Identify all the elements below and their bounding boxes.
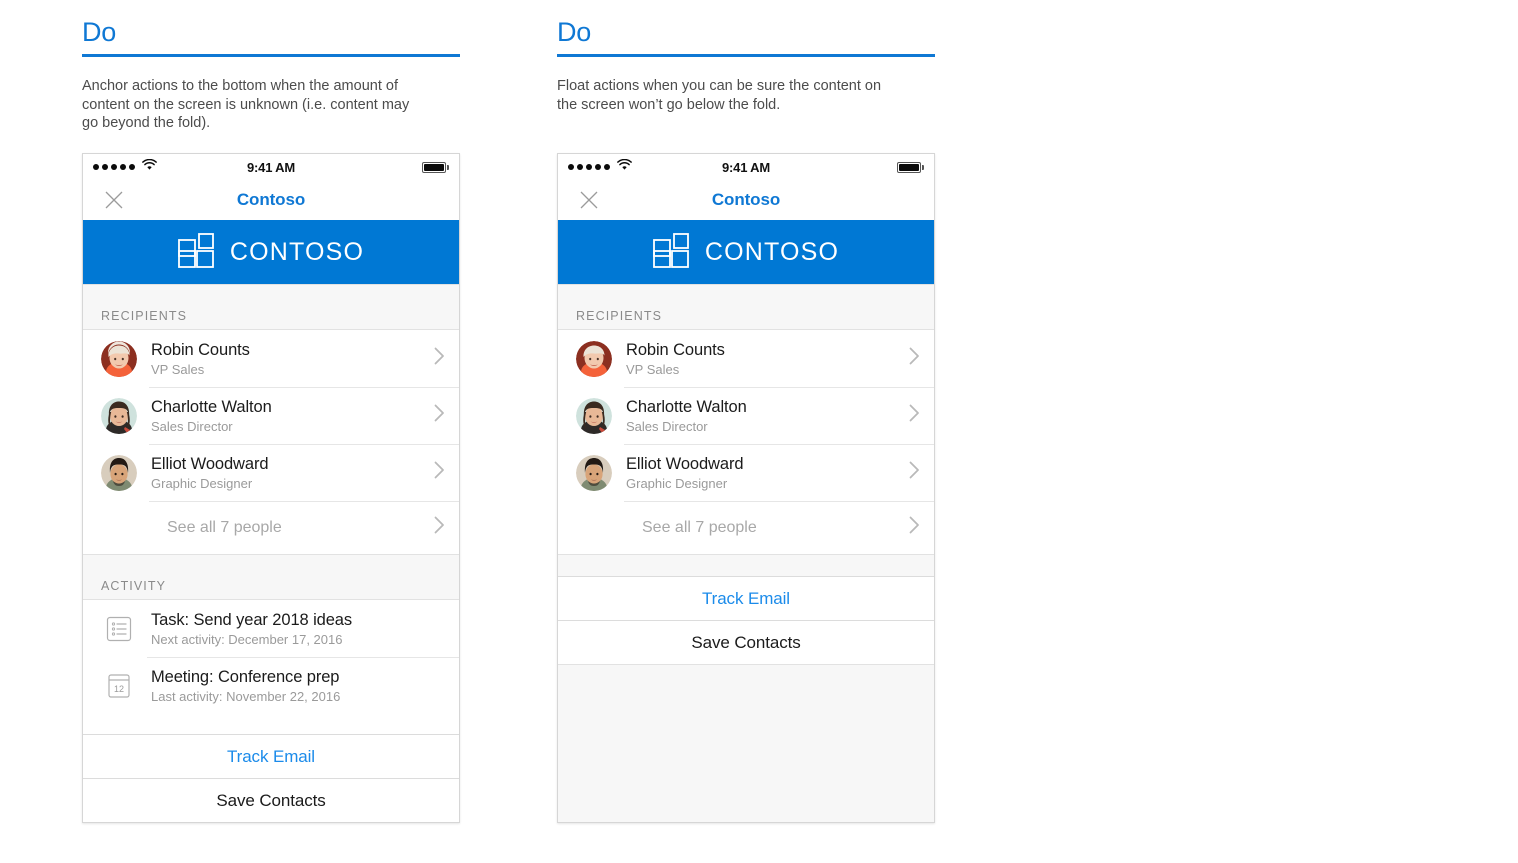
column-floating-actions: Do Float actions when you can be sure th… [557, 0, 935, 823]
chevron-right-icon [909, 516, 920, 539]
nav-title: Contoso [236, 190, 306, 209]
chevron-right-icon [434, 461, 445, 484]
brand-banner: CONTOSO [83, 220, 459, 284]
status-clock: 9:41 AM [247, 159, 295, 175]
person-name: Elliot Woodward [151, 454, 269, 473]
status-bar: 9:41 AM [558, 154, 934, 180]
person-name: Charlotte Walton [151, 397, 272, 416]
person-name: Robin Counts [626, 340, 725, 359]
chevron-right-icon [434, 516, 445, 539]
section-header-recipients: RECIPIENTS [558, 284, 934, 330]
brand-name: CONTOSO [229, 237, 365, 266]
save-contacts-button[interactable]: Save Contacts [83, 778, 459, 822]
list-item[interactable]: Elliot Woodward Graphic Designer [83, 444, 459, 501]
person-role: Sales Director [151, 418, 233, 434]
list-item[interactable]: Elliot Woodward Graphic Designer [558, 444, 934, 501]
status-bar: 9:41 AM [83, 154, 459, 180]
section-header-activity: ACTIVITY [83, 554, 459, 600]
person-name: Elliot Woodward [626, 454, 744, 473]
contoso-grid-logo-icon [652, 232, 691, 273]
empty-content-area [558, 664, 934, 822]
see-all-people-row[interactable]: See all 7 people [558, 501, 934, 554]
activity-subtitle: Next activity: December 17, 2016 [151, 631, 343, 647]
activity-title: Meeting: Conference prep [151, 667, 340, 686]
phone-mockup-floating: 9:41 AM Contoso CONTOSO RECIPIENTS Robin… [557, 153, 935, 823]
do-do-comparison-page: Do Anchor actions to the bottom when the… [0, 0, 1518, 863]
nav-bar: Contoso [83, 180, 459, 220]
robin-counts-avatar [101, 340, 137, 377]
nav-title: Contoso [711, 190, 781, 209]
person-name: Robin Counts [151, 340, 250, 359]
column-anchored-actions: Do Anchor actions to the bottom when the… [82, 0, 460, 823]
see-all-label: See all 7 people [167, 518, 282, 536]
track-email-button[interactable]: Track Email [83, 734, 459, 778]
list-item[interactable]: Robin Counts VP Sales [558, 330, 934, 387]
list-item[interactable]: Charlotte Walton Sales Director [83, 387, 459, 444]
brand-banner: CONTOSO [558, 220, 934, 284]
person-role: Graphic Designer [626, 475, 728, 491]
person-role: VP Sales [151, 361, 205, 377]
phone-scroll-content-left[interactable]: RECIPIENTS Robin Counts VP Sales Charlot… [83, 284, 459, 734]
activity-subtitle: Last activity: November 22, 2016 [151, 688, 341, 704]
see-all-people-row[interactable]: See all 7 people [83, 501, 459, 554]
status-clock: 9:41 AM [722, 159, 770, 175]
column-description-right: Float actions when you can be sure the c… [557, 78, 882, 113]
close-icon[interactable] [578, 189, 600, 211]
nav-bar: Contoso [558, 180, 934, 220]
heading-underline-left [82, 54, 460, 57]
contoso-grid-logo-icon [177, 232, 216, 273]
column-heading-right: Do [557, 17, 592, 47]
chevron-right-icon [909, 404, 920, 427]
column-heading-left: Do [82, 17, 117, 47]
chevron-right-icon [434, 404, 445, 427]
see-all-label: See all 7 people [642, 518, 757, 536]
heading-underline-right [557, 54, 935, 57]
close-icon[interactable] [103, 189, 125, 211]
save-contacts-button[interactable]: Save Contacts [558, 620, 934, 664]
charlotte-walton-avatar [101, 397, 137, 434]
list-item[interactable]: Task: Send year 2018 ideas Next activity… [83, 600, 459, 657]
content-actions-gap [558, 554, 934, 576]
brand-name: CONTOSO [704, 237, 840, 266]
calendar-icon: 12 [104, 671, 134, 701]
list-item[interactable]: Charlotte Walton Sales Director [558, 387, 934, 444]
chevron-right-icon [909, 461, 920, 484]
track-email-button[interactable]: Track Email [558, 576, 934, 620]
svg-text:12: 12 [114, 684, 124, 694]
section-header-recipients: RECIPIENTS [83, 284, 459, 330]
chevron-right-icon [434, 347, 445, 370]
phone-mockup-anchored: 9:41 AM Contoso CONTOSO RECIPIENTS Robin… [82, 153, 460, 823]
column-description-left: Anchor actions to the bottom when the am… [82, 78, 410, 131]
task-list-icon [104, 614, 134, 644]
person-role: Graphic Designer [151, 475, 253, 491]
list-item[interactable]: Robin Counts VP Sales [83, 330, 459, 387]
person-role: Sales Director [626, 418, 708, 434]
chevron-right-icon [909, 347, 920, 370]
activity-title: Task: Send year 2018 ideas [151, 610, 353, 629]
person-name: Charlotte Walton [626, 397, 747, 416]
elliot-woodward-avatar [576, 454, 612, 491]
robin-counts-avatar [576, 340, 612, 377]
anchored-action-bar: Track Email Save Contacts [83, 734, 459, 822]
charlotte-walton-avatar [576, 397, 612, 434]
elliot-woodward-avatar [101, 454, 137, 491]
floating-action-bar: Track Email Save Contacts [558, 576, 934, 664]
list-item[interactable]: 12 Meeting: Conference prep Last activit… [83, 657, 459, 714]
person-role: VP Sales [626, 361, 680, 377]
